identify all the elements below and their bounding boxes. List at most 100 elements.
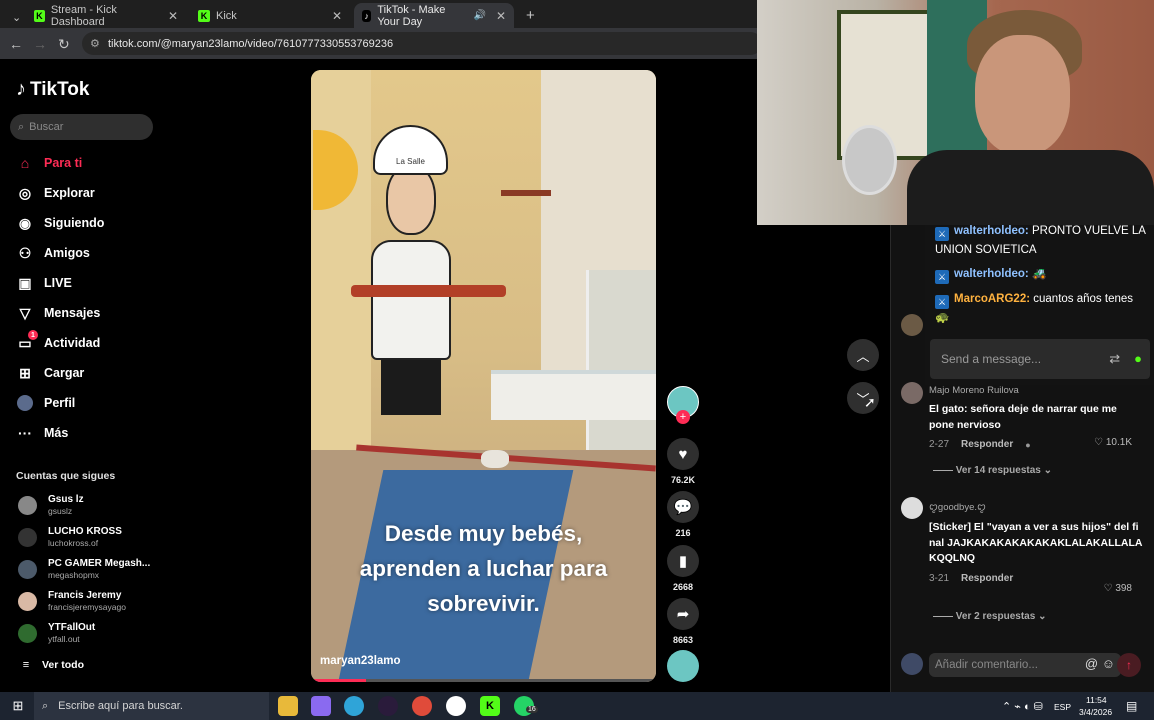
nav-item-mensajes[interactable]: ▽ Mensajes — [16, 304, 101, 322]
chat-message: ⚔ walterholdeo: PRONTO VUELVE LA UNION SO… — [935, 222, 1150, 259]
kick-icon: K — [198, 9, 210, 22]
comment-button[interactable]: 💬 216 — [667, 491, 699, 538]
url-field[interactable]: ⚙ tiktok.com/@maryan23lamo/video/7610777… — [82, 32, 762, 55]
save-count: 2668 — [672, 582, 694, 592]
close-tab-icon[interactable]: ✕ — [168, 9, 178, 23]
close-tab-icon[interactable]: ✕ — [496, 9, 506, 23]
whatsapp-badge: 16 — [526, 706, 538, 713]
kick-icon[interactable]: K — [480, 696, 500, 716]
followed-account[interactable]: YTFallOut ytfall.out — [18, 622, 95, 644]
nav-item-siguiendo[interactable]: ◉ Siguiendo — [16, 214, 105, 232]
comment-like-button[interactable]: ♡ 10.1K — [1094, 437, 1132, 448]
clock-time[interactable]: 11:54 — [1086, 695, 1107, 705]
search-icon: ⌕ — [42, 699, 49, 712]
mention-icon[interactable]: @ — [1085, 656, 1098, 671]
speaker-icon[interactable]: 🔊 — [473, 10, 485, 21]
nav-item-perfil[interactable]: Perfil — [16, 394, 75, 412]
search-input[interactable]: ⌕ Buscar — [10, 114, 153, 140]
see-all-link[interactable]: ≡ Ver todo — [20, 656, 84, 674]
whatsapp-icon[interactable]: 16 — [514, 696, 538, 716]
windows-start-icon[interactable]: ⊞ — [8, 696, 28, 716]
tiktok-icon: ♪ — [362, 9, 372, 22]
new-tab-button[interactable]: + — [518, 3, 543, 28]
replies-label: Ver 2 respuestas — [955, 611, 1036, 622]
reload-icon[interactable]: ↻ — [58, 36, 70, 53]
chat-text: 🚜 — [1031, 268, 1047, 280]
nav-item-para-ti[interactable]: ⌂ Para ti — [16, 154, 82, 172]
nav-item-actividad[interactable]: ▭ 1 Actividad — [16, 330, 100, 352]
sound-avatar[interactable] — [667, 650, 699, 682]
share-button[interactable]: ➦ 8663 — [667, 598, 699, 645]
list-icon: ≡ — [22, 659, 30, 671]
upload-icon: ⊞ — [19, 364, 31, 381]
followed-account[interactable]: Gsus lz gsuslz — [18, 494, 84, 516]
add-comment-input[interactable]: Añadir comentario... @ ☺ — [929, 653, 1121, 677]
arrow-up-icon: ↑ — [1126, 658, 1132, 672]
taskbar-search-input[interactable]: ⌕ Escribe aquí para buscar. — [34, 692, 269, 720]
edge-icon[interactable] — [344, 696, 364, 716]
compass-icon: ◎ — [18, 184, 32, 201]
language-indicator[interactable]: ESP — [1054, 702, 1071, 712]
file-explorer-icon[interactable] — [278, 696, 298, 716]
comment-author[interactable]: ꨄgoodbye.ꨄ — [929, 500, 1144, 514]
site-info-icon[interactable]: ⚙ — [90, 37, 100, 50]
video-author[interactable]: maryan23lamo — [320, 655, 401, 667]
browser-tab-kick-dashboard[interactable]: K Stream - Kick Dashboard ✕ — [26, 3, 186, 28]
copilot-icon[interactable] — [311, 696, 331, 716]
view-replies-button[interactable]: —— Ver 14 respuestas ⌄ — [933, 465, 1052, 476]
video-progress-bar[interactable] — [311, 679, 656, 682]
followed-account[interactable]: Francis Jeremy francisjeremysayago — [18, 590, 126, 612]
like-button[interactable]: ♥ 76.2K — [667, 438, 699, 485]
nav-item-live[interactable]: ▣ LIVE — [16, 274, 71, 292]
mouse-cursor-icon: ➚ — [864, 394, 876, 410]
translate-icon[interactable]: ⇄ — [1109, 351, 1120, 367]
back-icon[interactable]: ← — [9, 36, 23, 52]
save-button[interactable]: ▮ 2668 — [667, 545, 699, 592]
reply-button[interactable]: Responder — [961, 573, 1013, 584]
followed-account[interactable]: LUCHO KROSS luchokross.of — [18, 526, 122, 548]
followed-account[interactable]: PC GAMER Megash... megashopmx — [18, 558, 150, 580]
scene-door — [586, 270, 656, 450]
nav-item-mas[interactable]: ··· Más — [16, 424, 68, 442]
avatar — [18, 559, 37, 579]
close-tab-icon[interactable]: ✕ — [332, 9, 342, 23]
webcam-person — [975, 35, 1070, 155]
app-icon[interactable] — [446, 696, 466, 716]
nav-label: Para ti — [44, 156, 83, 170]
chat-input-placeholder: Send a message... — [941, 352, 1042, 366]
browser-tab-kick[interactable]: K Kick ✕ — [190, 3, 350, 28]
chat-tools: ⇄ ● — [1109, 351, 1142, 367]
video-player[interactable]: La Salle Desde muy bebés, aprenden a luc… — [311, 70, 656, 682]
reply-button[interactable]: Responder — [961, 439, 1013, 450]
notification-badge: 1 — [28, 330, 38, 340]
clock-date[interactable]: 3/4/2026 — [1079, 707, 1112, 717]
nav-item-amigos[interactable]: ⚇ Amigos — [16, 244, 90, 262]
follow-plus-icon[interactable]: + — [676, 410, 690, 424]
tiktok-logo[interactable]: ♪ TikTok — [16, 78, 89, 101]
kick-emote-icon[interactable]: ● — [1134, 351, 1142, 367]
obs-icon[interactable] — [378, 696, 398, 716]
forward-icon[interactable]: → — [33, 36, 47, 52]
tray-icons[interactable]: ⌃ ⌁ ◐ ⛁ — [1002, 700, 1043, 713]
friends-icon: ⚇ — [18, 244, 32, 261]
comment-date: 2-27 — [929, 439, 950, 450]
webcam-overlay — [757, 0, 1154, 225]
scene-utensils — [501, 190, 551, 250]
comment-like-button[interactable]: ♡ 398 — [1104, 583, 1132, 594]
account-name: PC GAMER Megash... — [48, 558, 151, 569]
comment-author[interactable]: Majo Moreno Ruilova — [929, 385, 1144, 396]
notification-icon[interactable]: ▤ — [1126, 699, 1137, 713]
nav-item-cargar[interactable]: ⊞ Cargar — [16, 364, 84, 382]
nav-item-explorar[interactable]: ◎ Explorar — [16, 184, 95, 202]
view-replies-button[interactable]: —— Ver 2 respuestas ⌄ — [933, 611, 1046, 622]
chat-message: ⚔ MarcoARG22: cuantos años tenes 🐢 — [935, 290, 1150, 327]
chrome-icon[interactable] — [412, 696, 432, 716]
previous-video-button[interactable]: ︿ — [847, 339, 879, 371]
browser-tab-tiktok[interactable]: ♪ TikTok - Make Your Day 🔊 ✕ — [354, 3, 514, 28]
post-comment-button[interactable]: ↑ — [1117, 653, 1141, 677]
emoji-icon[interactable]: ☺ — [1102, 656, 1115, 671]
account-name: LUCHO KROSS — [48, 526, 122, 537]
live-icon: ▣ — [18, 274, 32, 291]
taskbar-search-placeholder: Escribe aquí para buscar. — [58, 700, 183, 712]
chat-message-input[interactable]: Send a message... ⇄ ● — [930, 339, 1150, 379]
